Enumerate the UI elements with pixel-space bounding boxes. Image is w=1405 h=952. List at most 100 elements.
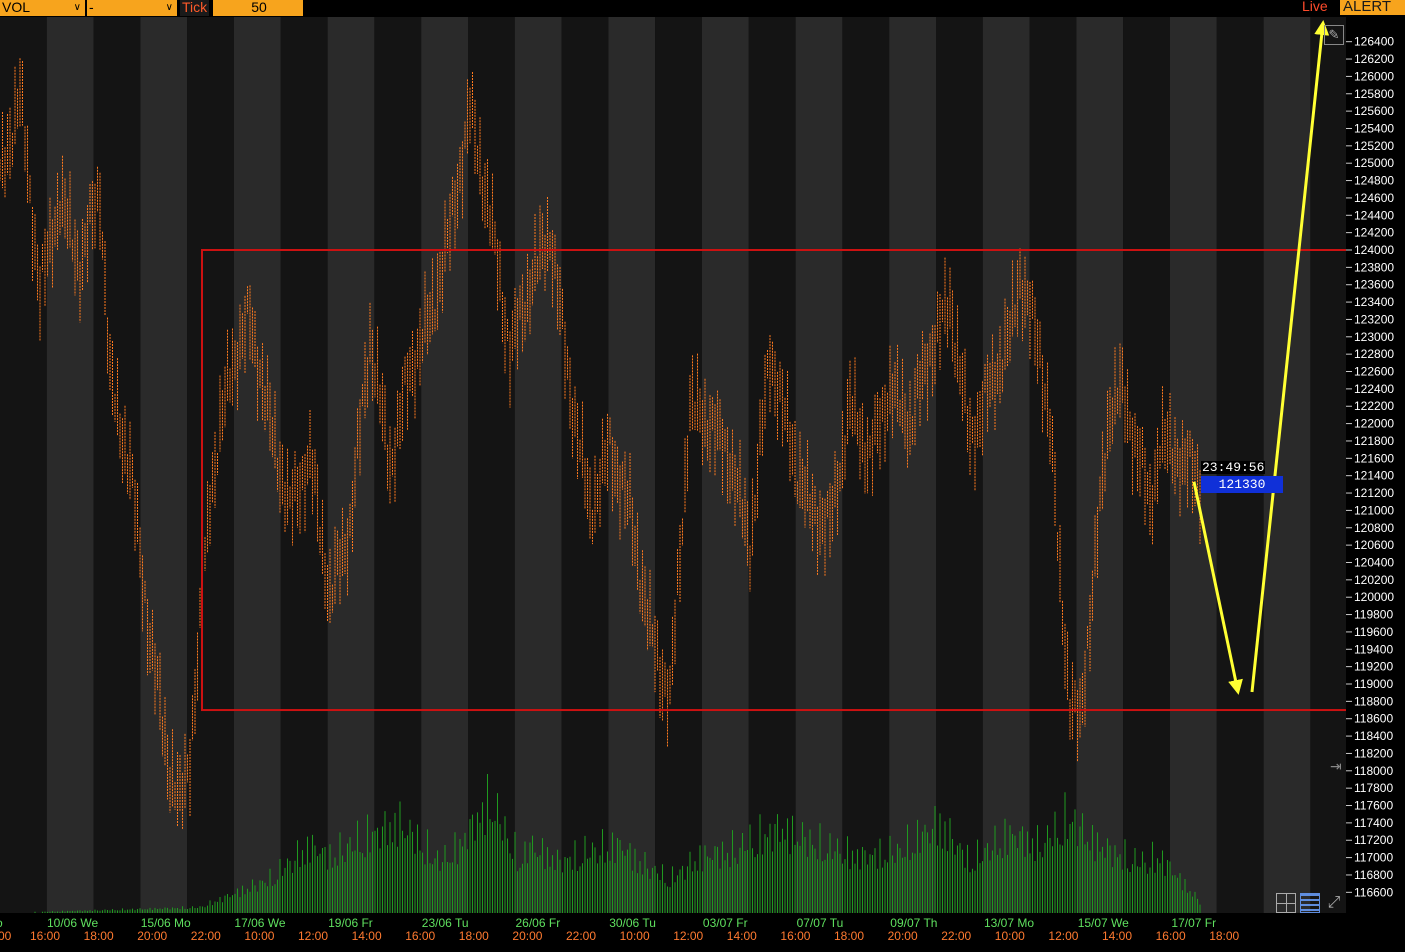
time-label: 20:00 (137, 929, 167, 943)
price-tick-label: 123600 (1354, 278, 1394, 292)
chevron-down-icon: ∨ (73, 2, 81, 13)
price-tick-label: 120000 (1354, 590, 1394, 604)
price-tick-label: 118600 (1354, 712, 1393, 726)
session-band (234, 17, 281, 913)
price-tick-label: 117000 (1354, 851, 1393, 865)
price-tick-label: 121200 (1354, 486, 1394, 500)
time-label: 16:00 (780, 929, 810, 943)
price-tick-label: 117600 (1354, 799, 1393, 813)
tick-size-input[interactable]: 50 (213, 0, 303, 16)
price-tick-label: 122200 (1354, 399, 1394, 413)
time-label: 18:00 (459, 929, 489, 943)
time-label: 12:00 (298, 929, 328, 943)
session-band (1123, 17, 1170, 913)
price-tick-label: 119000 (1354, 677, 1393, 691)
price-tick-label: 126400 (1354, 35, 1394, 49)
time-label: 20:00 (888, 929, 918, 943)
price-tick-label: 119600 (1354, 625, 1393, 639)
price-tick-label: 125000 (1354, 156, 1394, 170)
price-chart[interactable]: 116600 116800 117000 117200 117400 117600 1178… (0, 17, 1405, 952)
price-tick-label: 120800 (1354, 521, 1394, 535)
time-label: 12:00 (1048, 929, 1078, 943)
price-tick-label: 118800 (1354, 694, 1393, 708)
live-indicator[interactable]: Live (1302, 0, 1328, 13)
session-band (936, 17, 983, 913)
session-band (982, 17, 1030, 913)
date-label: 26/06 Fr (516, 916, 561, 930)
chevron-down-icon: ∨ (165, 2, 173, 13)
time-label: 22:00 (566, 929, 596, 943)
price-tick-label: 125400 (1354, 121, 1394, 135)
price-tick-label: 117400 (1354, 816, 1393, 830)
price-tick-label: 126200 (1354, 52, 1394, 66)
price-tick-label: 125600 (1354, 104, 1394, 118)
session-band (93, 17, 141, 913)
time-label: 00 (0, 929, 12, 943)
grid-icon[interactable] (1276, 893, 1296, 913)
secondary-select-value: - (89, 0, 94, 15)
date-label: 07/07 Tu (797, 916, 844, 930)
session-band (889, 17, 936, 913)
last-price-tag: 121330 (1201, 476, 1283, 493)
date-label: 10/06 We (47, 916, 98, 930)
time-label: 18:00 (1209, 929, 1239, 943)
price-tick-label: 120600 (1354, 538, 1394, 552)
indicator-select[interactable]: VOL ∨ (0, 0, 85, 16)
session-band (748, 17, 796, 913)
session-band (1076, 17, 1124, 913)
price-tick-label: 118200 (1354, 746, 1393, 760)
price-tick-label: 123000 (1354, 330, 1394, 344)
price-tick-label: 124600 (1354, 191, 1394, 205)
time-label: 14:00 (727, 929, 757, 943)
tick-label: Tick (180, 0, 210, 16)
time-label: 22:00 (191, 929, 221, 943)
date-label: 13/07 Mo (984, 916, 1034, 930)
price-tick-label: 116800 (1354, 868, 1393, 882)
time-label: 10:00 (620, 929, 650, 943)
session-band (421, 17, 468, 913)
session-band (46, 17, 94, 913)
price-tick-label: 118400 (1354, 729, 1393, 743)
date-label: 17/06 We (234, 916, 285, 930)
price-tick-label: 125200 (1354, 139, 1394, 153)
session-band (702, 17, 749, 913)
time-label: 16:00 (1156, 929, 1186, 943)
price-tick-label: 124200 (1354, 226, 1394, 240)
price-tick-label: 122400 (1354, 382, 1394, 396)
price-tick-label: 119200 (1354, 660, 1393, 674)
session-band (842, 17, 890, 913)
price-tick-label: 121600 (1354, 451, 1394, 465)
date-label: 15/07 We (1078, 916, 1129, 930)
time-label: 10:00 (995, 929, 1025, 943)
time-axis: 10/06 We 15/06 Mo 17/06 We 19/06 Fr 23/06 Tu… (0, 913, 1346, 952)
time-label: 14:00 (1102, 929, 1132, 943)
price-tick-label: 123400 (1354, 295, 1394, 309)
session-band (1263, 17, 1311, 913)
secondary-select[interactable]: - ∨ (87, 0, 177, 16)
time-label: 22:00 (941, 929, 971, 943)
price-tick-label: 116600 (1354, 885, 1393, 899)
expand-icon[interactable]: ⤢ (1324, 893, 1344, 913)
last-bar-time: 23:49:56 (1201, 460, 1266, 475)
time-label: 14:00 (352, 929, 382, 943)
date-label: 15/06 Mo (141, 916, 191, 930)
time-label: 10:00 (244, 929, 274, 943)
pencil-icon[interactable]: ✎ (1324, 25, 1344, 45)
price-tick-label: 124000 (1354, 243, 1394, 257)
date-label: 23/06 Tu (422, 916, 469, 930)
session-band (187, 17, 234, 913)
price-tick-label: 118000 (1354, 764, 1393, 778)
price-tick-label: 120200 (1354, 573, 1394, 587)
layout-icon[interactable] (1300, 893, 1320, 913)
time-label: 16:00 (405, 929, 435, 943)
scroll-right-arrow-icon[interactable]: ⇥ (1330, 758, 1342, 775)
price-tick-label: 117200 (1354, 833, 1393, 847)
session-band (514, 17, 562, 913)
price-tick-label: 120400 (1354, 555, 1394, 569)
time-label: 12:00 (673, 929, 703, 943)
price-tick-label: 117800 (1354, 781, 1393, 795)
date-label: 09/07 Th (890, 916, 937, 930)
alert-button[interactable]: ALERT (1340, 0, 1405, 15)
time-label: 18:00 (84, 929, 114, 943)
session-band (327, 17, 375, 913)
